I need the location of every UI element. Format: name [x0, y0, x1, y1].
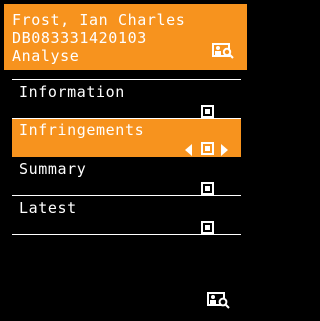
menu-item-latest[interactable]: Latest: [12, 197, 241, 235]
person-card-search-icon[interactable]: [212, 42, 234, 63]
mode-label: Analyse: [12, 47, 80, 65]
square-marker-icon: [201, 140, 214, 159]
menu-item-infringements[interactable]: Infringements: [12, 119, 241, 157]
driver-name: Frost, Ian Charles: [12, 11, 186, 29]
menu-item-label: Latest: [19, 199, 77, 217]
square-marker-icon: [201, 219, 214, 238]
menu-item-label: Information: [19, 83, 125, 101]
menu-item-label: Infringements: [19, 121, 145, 139]
divider: [12, 79, 241, 80]
person-card-search-icon[interactable]: [207, 291, 231, 313]
driver-header: Frost, Ian Charles DB083331420103 Analys…: [4, 4, 247, 70]
card-number: DB083331420103: [12, 29, 147, 47]
menu-item-label: Summary: [19, 160, 87, 178]
menu-item-summary[interactable]: Summary: [12, 158, 241, 196]
menu-item-information[interactable]: Information: [12, 81, 241, 119]
